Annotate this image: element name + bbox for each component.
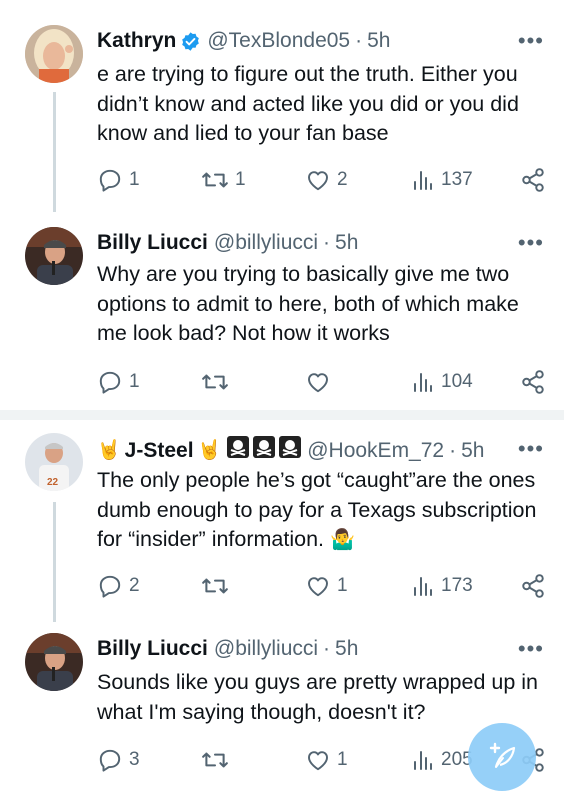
timestamp[interactable]: 5h	[461, 438, 484, 464]
share-icon	[520, 167, 546, 193]
avatar[interactable]	[25, 227, 83, 285]
avatar[interactable]: 22	[25, 433, 83, 491]
display-name[interactable]: Billy Liucci	[97, 230, 208, 256]
reply-button[interactable]: 1	[97, 368, 140, 396]
handle[interactable]: @billyliucci	[214, 230, 318, 256]
like-button[interactable]: 1	[305, 746, 348, 774]
svg-text:22: 22	[47, 477, 59, 488]
thread-line	[53, 502, 56, 622]
reply-count: 1	[129, 371, 140, 392]
handle[interactable]: @billyliucci	[214, 636, 318, 662]
separator: ·	[355, 29, 363, 52]
views-icon	[411, 748, 435, 772]
display-name[interactable]: Billy Liucci	[97, 636, 208, 662]
views-icon	[411, 574, 435, 598]
more-icon[interactable]: •••	[518, 230, 544, 256]
like-count: 2	[337, 169, 348, 190]
thread-line	[53, 92, 56, 212]
tweet-2[interactable]: Billy Liucci @billyliucci · 5h ••• Why a…	[0, 212, 564, 408]
views-button[interactable]: 205	[411, 746, 473, 774]
like-count: 1	[337, 575, 348, 596]
retweet-button[interactable]: 1	[201, 166, 246, 194]
tweet-1[interactable]: Kathryn @TexBlonde05 · 5h ••• e are tryi…	[0, 0, 564, 212]
verified-icon	[180, 31, 201, 52]
tweet-text-content: The only people he’s got “caught”are the…	[97, 468, 537, 551]
views-button[interactable]: 104	[411, 368, 473, 396]
reply-button[interactable]: 1	[97, 166, 140, 194]
views-button[interactable]: 173	[411, 572, 473, 600]
reply-count: 1	[129, 169, 140, 190]
timestamp[interactable]: 5h	[335, 230, 358, 256]
like-icon	[305, 747, 331, 773]
skull-crossbones-icon	[227, 436, 302, 465]
rock-hand-icon: 🤘	[197, 439, 222, 461]
share-button[interactable]	[520, 368, 546, 396]
reply-button[interactable]: 2	[97, 572, 140, 600]
timestamp[interactable]: 5h	[367, 28, 390, 54]
like-icon	[305, 369, 331, 395]
retweet-icon	[201, 167, 229, 193]
more-icon[interactable]: •••	[518, 28, 544, 54]
views-icon	[411, 370, 435, 394]
retweet-icon	[201, 747, 229, 773]
share-button[interactable]	[520, 572, 546, 600]
like-button[interactable]: 1	[305, 572, 348, 600]
display-name[interactable]: Kathryn	[97, 28, 176, 54]
separator: ·	[449, 438, 457, 462]
compose-button[interactable]	[468, 723, 536, 791]
tweet-header: 🤘 J-Steel 🤘 @HookEm_72 · 5h •••	[97, 436, 544, 465]
retweet-button[interactable]	[201, 746, 235, 774]
separator: ·	[323, 231, 331, 254]
avatar[interactable]	[25, 25, 83, 83]
tweet-3[interactable]: 22 🤘 J-Steel 🤘 @HookEm_72 · 5h ••• The o…	[0, 420, 564, 622]
separator: ·	[323, 637, 331, 660]
retweet-count: 1	[235, 169, 246, 190]
reply-icon	[97, 573, 123, 599]
reply-count: 2	[129, 575, 140, 596]
tweet-header: Billy Liucci @billyliucci · 5h •••	[97, 636, 544, 662]
tweet-header: Billy Liucci @billyliucci · 5h •••	[97, 230, 544, 256]
handle[interactable]: @HookEm_72	[307, 438, 444, 464]
action-bar: 2 1 173	[97, 572, 546, 600]
like-count: 1	[337, 749, 348, 770]
more-icon[interactable]: •••	[518, 436, 544, 462]
compose-icon	[482, 735, 522, 780]
more-icon[interactable]: •••	[518, 636, 544, 662]
rock-hand-icon: 🤘	[97, 439, 121, 461]
like-button[interactable]: 2	[305, 166, 348, 194]
reply-icon	[97, 747, 123, 773]
action-bar: 1 1 2 137	[97, 166, 546, 194]
views-button[interactable]: 137	[411, 166, 473, 194]
timestamp[interactable]: 5h	[335, 636, 358, 662]
retweet-button[interactable]	[201, 368, 235, 396]
avatar[interactable]	[25, 633, 83, 691]
action-bar: 1 104	[97, 368, 546, 396]
tweet-text: e are trying to figure out the truth. Ei…	[97, 62, 519, 145]
reply-count: 3	[129, 749, 140, 770]
share-button[interactable]	[520, 166, 546, 194]
display-name[interactable]: J-Steel	[125, 438, 194, 464]
reply-button[interactable]: 3	[97, 746, 140, 774]
retweet-icon	[201, 573, 229, 599]
tweet-text: Why are you trying to basically give me …	[97, 262, 519, 345]
like-icon	[305, 167, 331, 193]
views-count: 104	[441, 371, 473, 392]
person-shrugging-icon: 🤷‍♂️	[330, 528, 355, 551]
like-icon	[305, 573, 331, 599]
like-button[interactable]	[305, 368, 337, 396]
share-icon	[520, 369, 546, 395]
tweet-header: Kathryn @TexBlonde05 · 5h •••	[97, 28, 544, 54]
views-count: 173	[441, 575, 473, 596]
handle[interactable]: @TexBlonde05	[207, 28, 350, 54]
share-icon	[520, 573, 546, 599]
thread-divider	[0, 410, 564, 420]
tweet-text: Sounds like you guys are pretty wrapped …	[97, 670, 539, 724]
tweet-text: The only people he’s got “caught”are the…	[97, 466, 547, 555]
reply-icon	[97, 167, 123, 193]
retweet-icon	[201, 369, 229, 395]
views-count: 137	[441, 169, 473, 190]
reply-icon	[97, 369, 123, 395]
views-icon	[411, 168, 435, 192]
retweet-button[interactable]	[201, 572, 235, 600]
